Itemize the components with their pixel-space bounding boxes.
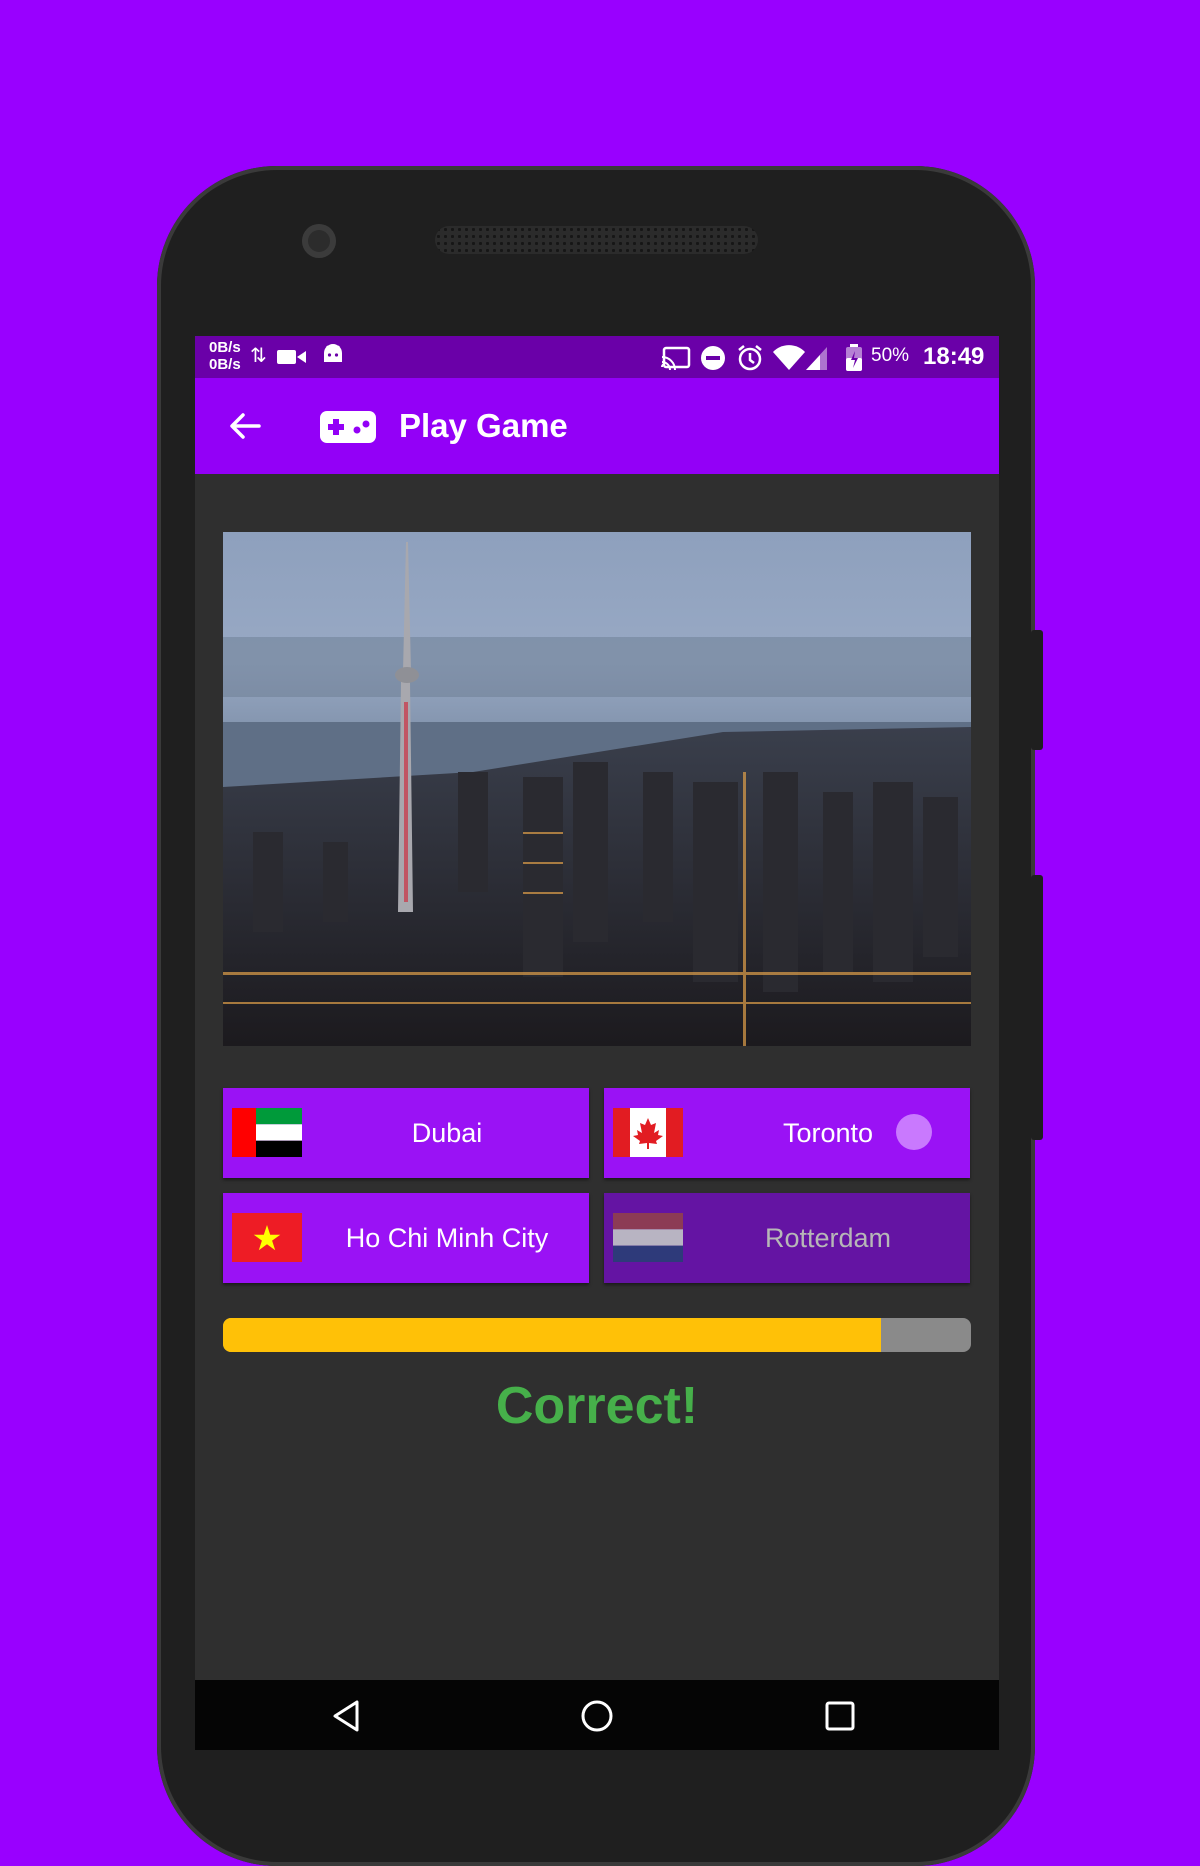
app-bar: Play Game xyxy=(195,378,999,474)
page-title: Play Game xyxy=(399,407,568,444)
battery-percentage: 50% xyxy=(871,345,910,366)
earpiece-speaker xyxy=(435,226,758,254)
answer-label: Dubai xyxy=(411,1118,483,1148)
wifi-signal-icon xyxy=(773,345,827,370)
net-up-speed: 0B/s xyxy=(209,339,241,356)
back-arrow-button[interactable] xyxy=(223,404,267,448)
video-camera-icon xyxy=(277,350,306,364)
volume-button xyxy=(1031,630,1043,750)
nav-back-icon[interactable] xyxy=(325,1694,369,1738)
cast-icon xyxy=(661,346,691,370)
status-bar: 0B/s 0B/s ⇅ 50% 18:49 xyxy=(195,336,999,378)
battery-icon xyxy=(846,344,862,371)
nav-recents-icon[interactable] xyxy=(818,1694,862,1738)
answer-label: Ho Chi Minh City xyxy=(345,1223,549,1253)
answer-label: Rotterdam xyxy=(764,1223,892,1253)
timer-progress-fill xyxy=(223,1318,882,1352)
timer-progress-bar xyxy=(223,1318,971,1352)
clock: 18:49 xyxy=(923,343,985,370)
city-photo xyxy=(223,532,971,1046)
answer-button-ho-chi-minh-city[interactable]: Ho Chi Minh City xyxy=(223,1193,589,1283)
front-camera xyxy=(302,224,336,258)
alarm-icon xyxy=(738,345,762,371)
uae-flag-icon xyxy=(232,1108,302,1157)
result-message: Correct! xyxy=(495,1377,699,1435)
net-down-speed: 0B/s xyxy=(209,356,241,373)
network-speed: 0B/s 0B/s xyxy=(209,339,241,373)
canada-flag-icon xyxy=(613,1108,683,1157)
vietnam-flag-icon xyxy=(232,1213,302,1262)
do-not-disturb-icon xyxy=(701,346,725,370)
data-transfer-icon: ⇅ xyxy=(250,345,267,367)
gamepad-icon xyxy=(320,411,376,443)
answer-button-toronto[interactable]: Toronto xyxy=(604,1088,970,1178)
nav-home-icon[interactable] xyxy=(575,1694,619,1738)
netherlands-flag-icon xyxy=(613,1213,683,1262)
answer-button-rotterdam[interactable]: Rotterdam xyxy=(604,1193,970,1283)
power-button xyxy=(1031,875,1043,1140)
android-icon xyxy=(324,344,342,362)
navigation-bar xyxy=(195,1680,999,1750)
answer-button-dubai[interactable]: Dubai xyxy=(223,1088,589,1178)
touch-ripple xyxy=(896,1114,932,1150)
screen: 0B/s 0B/s ⇅ 50% 18:49 Play Game Dubai To… xyxy=(195,336,999,1750)
